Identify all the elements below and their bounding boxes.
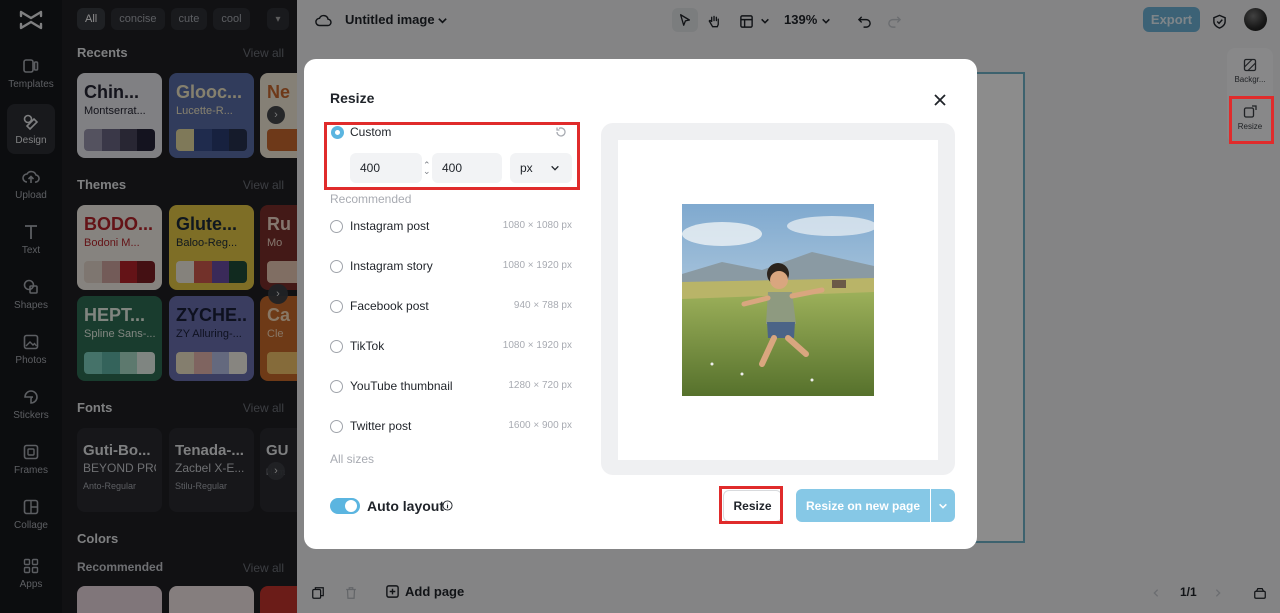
size-radio[interactable] bbox=[330, 420, 343, 433]
size-option-label[interactable]: TikTok bbox=[350, 339, 384, 353]
preview-image bbox=[682, 204, 874, 396]
auto-layout-toggle[interactable] bbox=[330, 498, 360, 514]
size-option-dimensions: 1080 × 1080 px bbox=[502, 220, 572, 231]
all-sizes-link[interactable]: All sizes bbox=[330, 452, 374, 466]
preview-canvas bbox=[618, 140, 938, 460]
size-radio[interactable] bbox=[330, 300, 343, 313]
auto-layout-label: Auto layout bbox=[367, 498, 444, 514]
size-option-dimensions: 1280 × 720 px bbox=[508, 380, 572, 391]
size-radio[interactable] bbox=[330, 220, 343, 233]
close-icon[interactable] bbox=[932, 92, 948, 108]
size-option-label[interactable]: Instagram story bbox=[350, 259, 433, 273]
size-option-label[interactable]: Instagram post bbox=[350, 219, 429, 233]
size-option-label[interactable]: Twitter post bbox=[350, 419, 411, 433]
size-option-dimensions: 1080 × 1920 px bbox=[502, 260, 572, 271]
resize-dialog: Resize Custom ⌃⌄ px Recommended Instagra… bbox=[304, 59, 977, 549]
size-radio[interactable] bbox=[330, 260, 343, 273]
highlight-resize-button bbox=[719, 486, 783, 524]
resize-on-new-page-button[interactable]: Resize on new page bbox=[796, 489, 930, 522]
info-icon[interactable] bbox=[442, 500, 453, 511]
recommended-label: Recommended bbox=[330, 192, 412, 206]
chevron-down-icon bbox=[939, 503, 947, 509]
size-radio[interactable] bbox=[330, 340, 343, 353]
size-option-dimensions: 940 × 788 px bbox=[513, 300, 572, 311]
size-radio[interactable] bbox=[330, 380, 343, 393]
size-option-label[interactable]: YouTube thumbnail bbox=[350, 379, 453, 393]
size-option-dimensions: 1080 × 1920 px bbox=[502, 340, 572, 351]
preview-area bbox=[601, 123, 955, 475]
resize-options-dropdown[interactable] bbox=[931, 489, 955, 522]
highlight-resize-tool bbox=[1229, 96, 1274, 144]
size-option-label[interactable]: Facebook post bbox=[350, 299, 429, 313]
dialog-title: Resize bbox=[330, 90, 375, 106]
highlight-custom-size bbox=[324, 122, 580, 190]
size-option-dimensions: 1600 × 900 px bbox=[508, 420, 572, 431]
